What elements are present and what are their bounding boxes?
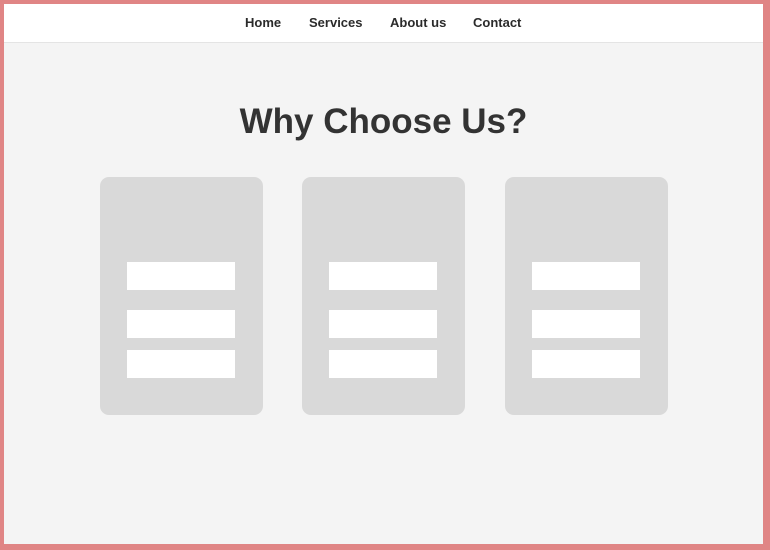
section-heading: Why Choose Us?	[239, 102, 528, 141]
card-placeholder-line	[127, 350, 235, 378]
card-placeholder-line	[127, 310, 235, 338]
nav-link-home[interactable]: Home	[245, 15, 281, 30]
feature-card	[505, 177, 668, 415]
card-placeholder-line	[532, 350, 640, 378]
nav-link-about-us[interactable]: About us	[390, 15, 446, 30]
top-navbar: Home Services About us Contact	[4, 4, 763, 43]
card-placeholder-line	[127, 262, 235, 290]
feature-card	[100, 177, 263, 415]
page-frame: Home Services About us Contact Why Choos…	[4, 4, 763, 544]
card-placeholder-line	[532, 310, 640, 338]
nav-link-contact[interactable]: Contact	[473, 15, 521, 30]
feature-card	[302, 177, 465, 415]
card-placeholder-line	[532, 262, 640, 290]
nav-link-services[interactable]: Services	[309, 15, 363, 30]
card-placeholder-line	[329, 310, 437, 338]
card-placeholder-line	[329, 262, 437, 290]
card-placeholder-line	[329, 350, 437, 378]
